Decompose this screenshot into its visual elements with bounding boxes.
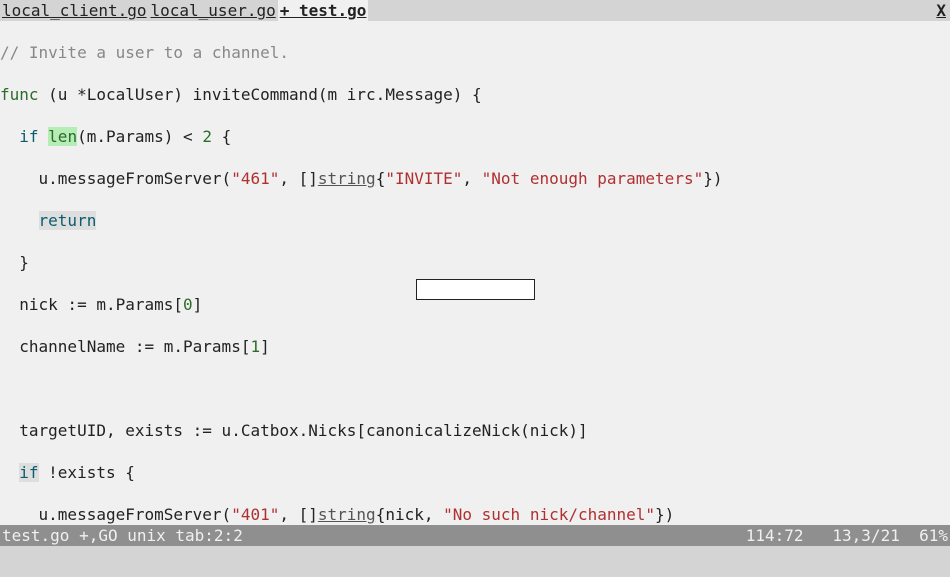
code-text: u.messageFromServer( [0, 169, 231, 188]
code-text: (u *LocalUser) inviteCommand(m irc.Messa… [39, 85, 482, 104]
code-text: , [462, 169, 481, 188]
tab-test-go[interactable]: + test.go [278, 0, 369, 21]
type-string: string [318, 169, 376, 188]
code-comment: // Invite a user to a channel. [0, 43, 289, 62]
kw-func: func [0, 85, 39, 104]
str-literal: "Not enough parameters" [482, 169, 704, 188]
code-text: u.messageFromServer( [0, 505, 231, 524]
code-text: , [] [279, 505, 318, 524]
code-text: {nick, [376, 505, 443, 524]
builtin-len: len [48, 127, 77, 146]
tab-close-button[interactable]: X [932, 0, 950, 21]
code-text: ] [193, 295, 203, 314]
editor-buffer[interactable]: // Invite a user to a channel. func (u *… [0, 21, 950, 525]
tab-bar: local_client.go local_user.go + test.go … [0, 0, 950, 21]
code-text: channelName := m.Params[ [0, 337, 250, 356]
num-literal: 0 [183, 295, 193, 314]
code-text: }) [703, 169, 722, 188]
tab-local-user[interactable]: local_user.go [149, 0, 278, 21]
kw-if: if [19, 127, 38, 146]
code-text [0, 211, 39, 230]
num-literal: 1 [250, 337, 260, 356]
tab-local-client[interactable]: local_client.go [0, 0, 149, 21]
status-bar: test.go +,GO unix tab:2:2 114:72 13,3/21… [0, 525, 950, 546]
code-text: } [0, 253, 29, 272]
type-string: string [318, 505, 376, 524]
code-text: nick := m.Params[ [0, 295, 183, 314]
str-literal: "INVITE" [385, 169, 462, 188]
str-literal: "401" [231, 505, 279, 524]
command-line[interactable] [0, 546, 950, 577]
code-text: ] [260, 337, 270, 356]
tab-spacer [368, 0, 932, 21]
code-text: }) [655, 505, 674, 524]
status-left: test.go +,GO unix tab:2:2 [2, 525, 746, 546]
kw-if: if [19, 463, 38, 482]
code-text: { [212, 127, 231, 146]
floating-completion-box[interactable] [416, 279, 535, 300]
str-literal: "No such nick/channel" [443, 505, 655, 524]
status-right: 114:72 13,3/21 61% [746, 525, 948, 546]
code-text: , [] [279, 169, 318, 188]
code-text [0, 463, 19, 482]
kw-return: return [39, 211, 97, 230]
num-literal: 2 [202, 127, 212, 146]
code-text [0, 127, 19, 146]
code-text: !exists { [39, 463, 135, 482]
str-literal: "461" [231, 169, 279, 188]
code-text: targetUID, exists := u.Catbox.Nicks[cano… [0, 421, 588, 440]
code-text: { [376, 169, 386, 188]
code-text [39, 127, 49, 146]
code-text: (m.Params) < [77, 127, 202, 146]
